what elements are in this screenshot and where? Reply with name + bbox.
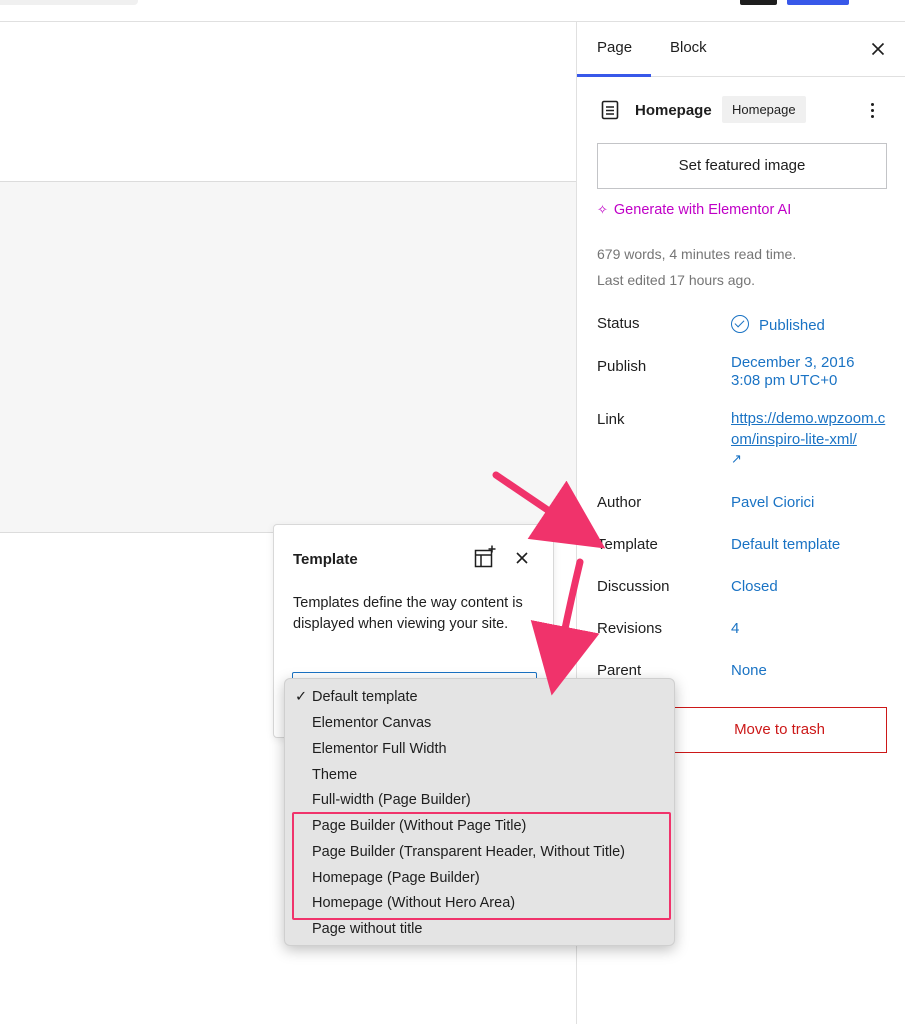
template-option[interactable]: Page without title xyxy=(312,921,422,937)
parent-label: Parent xyxy=(597,662,642,679)
check-circle-icon xyxy=(731,315,749,333)
permalink-url[interactable]: https://demo.wpzoom.com/inspiro-lite-xml… xyxy=(731,408,891,450)
discussion-label: Discussion xyxy=(597,578,670,595)
template-add-icon[interactable] xyxy=(473,545,497,569)
revisions-label: Revisions xyxy=(597,620,663,637)
editor-top-bar xyxy=(0,0,905,22)
template-option[interactable]: Page Builder (Transparent Header, Withou… xyxy=(312,844,625,860)
close-icon[interactable] xyxy=(514,550,530,566)
update-button[interactable] xyxy=(787,0,849,5)
sidebar-tabs: Page Block xyxy=(577,22,905,77)
permalink-value[interactable]: https://demo.wpzoom.com/inspiro-lite-xml… xyxy=(731,408,891,467)
discussion-value[interactable]: Closed xyxy=(731,578,778,595)
sparkle-icon: ✧ xyxy=(597,202,608,217)
publish-label: Publish xyxy=(597,358,647,375)
template-option[interactable]: Theme xyxy=(312,767,357,783)
template-option[interactable]: Homepage (Page Builder) xyxy=(312,870,480,886)
document-title: Homepage xyxy=(635,102,712,119)
ai-link-label: Generate with Elementor AI xyxy=(613,202,792,218)
template-option[interactable]: Page Builder (Without Page Title) xyxy=(312,818,526,834)
option-label: Default template xyxy=(312,689,418,705)
publish-date: December 3, 2016 xyxy=(731,354,855,371)
template-option[interactable]: Elementor Full Width xyxy=(312,741,447,757)
generate-elementor-ai-link[interactable]: ✧ Generate with Elementor AI xyxy=(597,202,791,218)
tab-page[interactable]: Page xyxy=(597,39,632,56)
external-link-icon: ↗ xyxy=(731,451,742,466)
canvas-block[interactable] xyxy=(0,181,576,533)
template-dropdown-menu: ✓ Default template Elementor Canvas Eleme… xyxy=(284,678,675,946)
view-button[interactable] xyxy=(740,0,777,5)
status-value[interactable]: Published xyxy=(731,315,825,334)
word-count: 679 words, 4 minutes read time. xyxy=(597,246,797,262)
link-label: Link xyxy=(597,411,625,428)
author-value[interactable]: Pavel Ciorici xyxy=(731,494,814,511)
template-option[interactable]: ✓ Default template xyxy=(295,689,418,705)
status-value-text: Published xyxy=(759,317,825,334)
set-featured-image-button[interactable]: Set featured image xyxy=(597,143,887,189)
close-icon[interactable] xyxy=(869,40,887,58)
tab-block[interactable]: Block xyxy=(670,39,707,56)
template-option[interactable]: Full-width (Page Builder) xyxy=(312,792,471,808)
status-label: Status xyxy=(597,315,640,332)
active-tab-indicator xyxy=(577,74,651,77)
command-palette-button[interactable] xyxy=(0,0,138,5)
move-to-trash-button[interactable]: Move to trash xyxy=(672,707,887,753)
template-label: Template xyxy=(597,536,658,553)
popover-description: Templates define the way content is disp… xyxy=(293,595,523,632)
template-option[interactable]: Elementor Canvas xyxy=(312,715,431,731)
publish-time: 3:08 pm UTC+0 xyxy=(731,372,838,389)
post-meta-info: 679 words, 4 minutes read time. Last edi… xyxy=(597,241,796,293)
popover-title: Template xyxy=(293,551,358,568)
template-option[interactable]: Homepage (Without Hero Area) xyxy=(312,895,515,911)
more-vertical-icon[interactable] xyxy=(867,100,877,122)
template-value[interactable]: Default template xyxy=(731,536,840,553)
publish-date-value[interactable]: December 3, 2016 3:08 pm UTC+0 xyxy=(731,354,854,390)
post-type-badge: Homepage xyxy=(722,96,806,123)
document-icon xyxy=(601,100,619,120)
last-edited: Last edited 17 hours ago. xyxy=(597,272,756,288)
parent-value[interactable]: None xyxy=(731,662,767,679)
revisions-value[interactable]: 4 xyxy=(731,620,739,637)
author-label: Author xyxy=(597,494,642,511)
selected-check-icon: ✓ xyxy=(295,689,308,705)
